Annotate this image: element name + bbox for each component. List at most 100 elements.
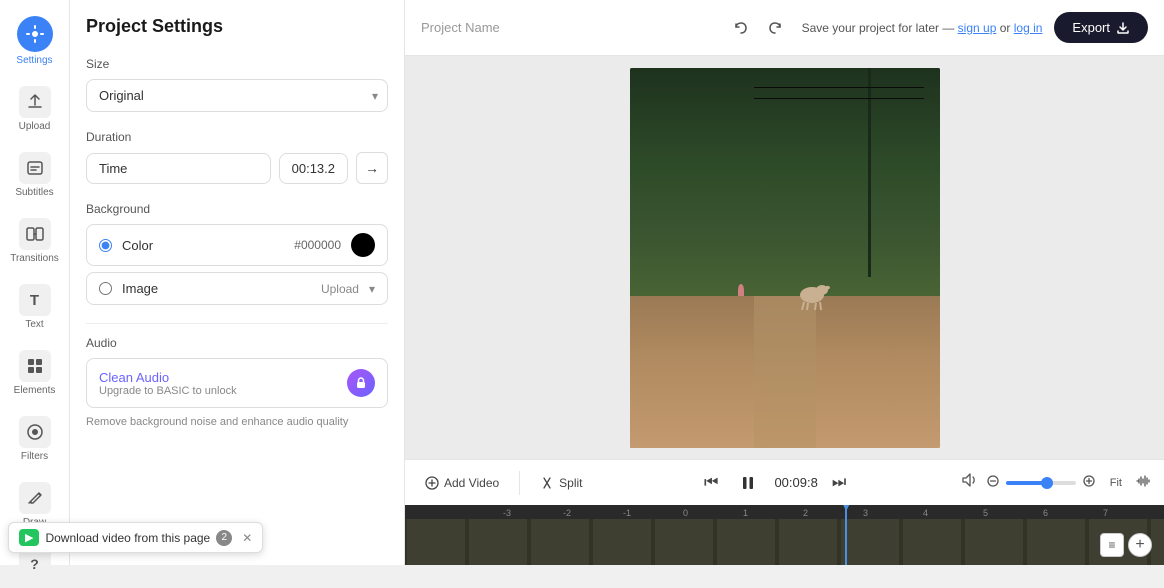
add-video-icon (425, 476, 439, 490)
time-display: 00:09:8 (774, 475, 817, 490)
waveform-btn[interactable] (1136, 473, 1152, 492)
canvas-area (405, 56, 1164, 459)
bg-color-text: Color (122, 238, 284, 253)
svg-text:-2: -2 (563, 508, 571, 518)
sidebar-label-text: Text (25, 319, 43, 330)
video-frame (630, 68, 940, 448)
duration-section: Duration Time 00:13.2 → (86, 130, 388, 184)
background-label: Background (86, 202, 388, 216)
bg-color-option: Color #000000 (86, 224, 388, 266)
bg-color-radio[interactable] (99, 239, 112, 252)
bg-image-upload-btn[interactable]: Upload (321, 282, 359, 296)
timeline-ruler: -3 -2 -1 0 1 2 3 4 5 6 7 8 9 10 11 12 13… (405, 505, 1164, 519)
transitions-icon-box (19, 218, 51, 250)
zoom-in-btn[interactable] (1082, 474, 1096, 491)
sidebar-item-transitions[interactable]: Transitions (0, 210, 69, 272)
skip-forward-btn[interactable]: ⏭ (828, 470, 850, 496)
download-badge: 2 (216, 530, 232, 546)
right-controls: Fit (960, 471, 1152, 494)
person-silhouette (738, 284, 744, 296)
sidebar-item-settings[interactable]: Settings (0, 8, 69, 74)
waveform-icon (1136, 473, 1152, 489)
timeline-add-btn[interactable]: + (1128, 533, 1152, 557)
playhead[interactable] (845, 505, 847, 565)
timeline-track[interactable] (405, 519, 1164, 565)
pause-icon (738, 473, 758, 493)
audio-feature-name[interactable]: Clean Audio (99, 370, 237, 385)
sidebar-item-text[interactable]: T Text (0, 276, 69, 338)
zoom-out-icon (986, 474, 1000, 488)
project-name[interactable]: Project Name (421, 20, 714, 35)
size-section: Size Original 1080p 720p Square Vertical… (86, 57, 388, 112)
duration-row: Time 00:13.2 → (86, 152, 388, 184)
elements-icon-box (19, 350, 51, 382)
sign-up-link[interactable]: sign up (958, 21, 997, 35)
zoom-slider[interactable] (1006, 481, 1076, 485)
timeline-scroll-btn[interactable]: ≡ (1100, 533, 1124, 557)
export-btn[interactable]: Export (1054, 12, 1148, 43)
svg-text:1: 1 (743, 508, 748, 518)
bg-image-option: Image Upload ▾ (86, 272, 388, 305)
settings-icon-circle (17, 16, 53, 52)
download-banner: ▶ Download video from this page 2 ✕ (8, 522, 263, 553)
undo-redo-btns (726, 13, 790, 43)
download-play-icon: ▶ (25, 531, 33, 544)
bg-color-value: #000000 (294, 238, 341, 252)
duration-value: 00:13.2 (279, 153, 348, 184)
audio-feature-desc: Upgrade to BASIC to unlock (99, 385, 237, 397)
background-section: Background Color #000000 Image Upload ▾ (86, 202, 388, 305)
split-btn[interactable]: Split (532, 472, 590, 494)
banner-close-btn[interactable]: ✕ (242, 531, 252, 545)
skip-back-btn[interactable]: ⏮ (700, 470, 722, 496)
split-label: Split (559, 476, 582, 490)
settings-panel: Project Settings Size Original 1080p 720… (70, 0, 405, 565)
redo-btn[interactable] (760, 13, 790, 43)
filters-icon-box (19, 416, 51, 448)
sidebar-item-filters[interactable]: Filters (0, 408, 69, 470)
redo-icon (767, 20, 783, 36)
sidebar-item-subtitles[interactable]: Subtitles (0, 144, 69, 206)
filters-icon (26, 423, 44, 441)
log-in-link[interactable]: log in (1014, 21, 1043, 35)
size-select-wrapper: Original 1080p 720p Square Vertical ▾ (86, 79, 388, 112)
subtitles-icon-box (19, 152, 51, 184)
bottom-toolbar: Add Video Split ⏮ 00:09:8 ⏭ (405, 459, 1164, 505)
add-video-label: Add Video (444, 476, 499, 490)
volume-btn[interactable] (960, 471, 978, 494)
road-center (754, 296, 816, 448)
bg-color-swatch[interactable] (351, 233, 375, 257)
audio-section: Audio Clean Audio Upgrade to BASIC to un… (86, 336, 388, 428)
svg-text:-1: -1 (623, 508, 631, 518)
audio-panel: Clean Audio Upgrade to BASIC to unlock (86, 358, 388, 408)
sidebar-label-elements: Elements (14, 385, 56, 396)
audio-upgrade-icon[interactable] (347, 369, 375, 397)
ruler-marks: -3 -2 -1 0 1 2 3 4 5 6 7 8 9 10 11 12 13… (413, 505, 1156, 519)
dog-silhouette (794, 280, 830, 310)
bg-image-radio[interactable] (99, 282, 112, 295)
sidebar-item-upload[interactable]: Upload (0, 78, 69, 140)
svg-text:3: 3 (863, 508, 868, 518)
audio-label: Audio (86, 336, 388, 350)
fit-btn[interactable]: Fit (1104, 474, 1128, 492)
export-icon (1116, 21, 1130, 35)
subtitles-icon (26, 159, 44, 177)
zoom-control (986, 474, 1096, 491)
size-select[interactable]: Original 1080p 720p Square Vertical (86, 79, 388, 112)
bg-noise-text: Remove background noise and enhance audi… (86, 416, 388, 428)
settings-icon (25, 24, 45, 44)
svg-text:7: 7 (1103, 508, 1108, 518)
toolbar-divider-1 (519, 471, 520, 495)
add-video-btn[interactable]: Add Video (417, 472, 507, 494)
duration-arrow-btn[interactable]: → (356, 152, 388, 184)
svg-text:4: 4 (923, 508, 928, 518)
sidebar-item-elements[interactable]: Elements (0, 342, 69, 404)
undo-btn[interactable] (726, 13, 756, 43)
zoom-out-btn[interactable] (986, 474, 1000, 491)
bg-image-arrow: ▾ (369, 282, 375, 296)
download-play-btn[interactable]: ▶ (19, 529, 39, 546)
bg-image-text: Image (122, 281, 311, 296)
icon-sidebar: Settings Upload Subtitles (0, 0, 70, 565)
duration-time-label: Time (86, 153, 271, 184)
film-strip (405, 519, 1164, 565)
play-pause-btn[interactable] (732, 467, 764, 499)
